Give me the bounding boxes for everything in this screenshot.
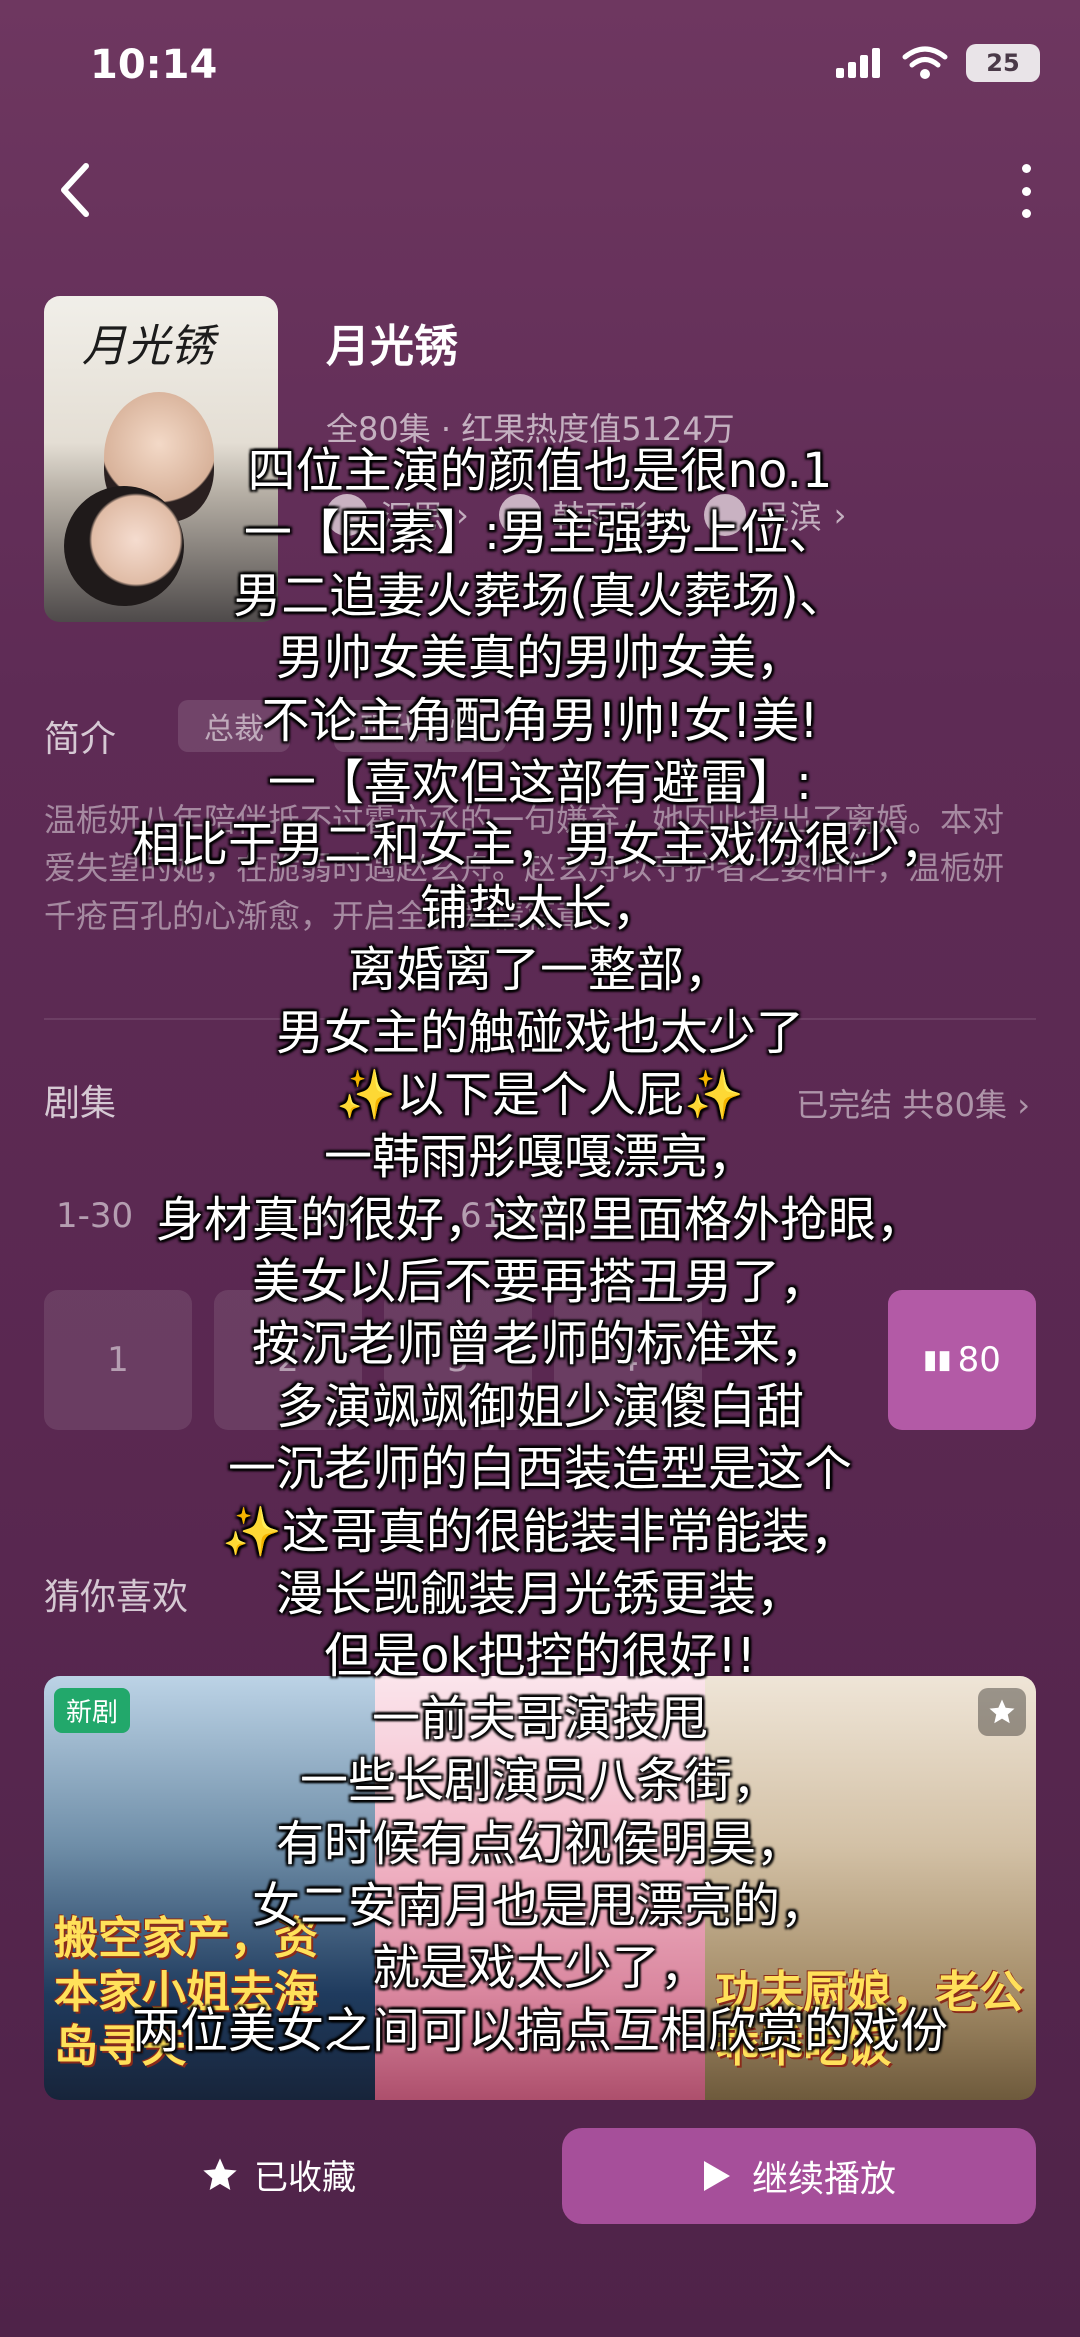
caption-line: ✨以下是个人屁✨: [336, 1066, 744, 1123]
caption-line: 不论主角配角男!帅!女!美!: [261, 692, 819, 749]
caption-line: 两位美女之间可以搞点互相欣赏的戏份: [131, 2002, 948, 2059]
wifi-icon: [902, 46, 948, 79]
collect-label: 已收藏: [254, 2158, 356, 2198]
more-dot-icon: [1021, 186, 1031, 196]
signal-icon: [836, 48, 880, 78]
caption-line: 一前夫哥演技甩: [371, 1690, 708, 1747]
overlay-caption: 四位主演的颜值也是很no.1 一【因素】:男主强势上位、 男二追妻火葬场(真火葬…: [0, 440, 1080, 2062]
more-options-button[interactable]: [1016, 164, 1036, 218]
drama-title: 月光锈: [326, 321, 458, 372]
caption-line: 男女主的触碰戏也太少了: [275, 1004, 804, 1061]
caption-line: 就是戏太少了，: [371, 1940, 708, 1997]
more-dot-icon: [1021, 209, 1031, 218]
caption-line: 一【因素】:男主强势上位、: [243, 505, 837, 562]
more-dot-icon: [1021, 164, 1031, 173]
caption-line: 多演飒飒御姐少演傻白甜: [275, 1378, 804, 1435]
caption-line: ✨这哥真的很能装非常能装，: [222, 1503, 858, 1560]
caption-line: 美女以后不要再搭丑男了，: [251, 1254, 828, 1311]
caption-line: 四位主演的颜值也是很no.1: [247, 443, 833, 499]
caption-line: 一沉老师的白西装造型是这个: [227, 1441, 852, 1498]
caption-line: 但是ok把控的很好!!: [324, 1628, 756, 1685]
caption-line: 一些长剧演员八条街，: [299, 1753, 780, 1810]
caption-line: 漫长觊觎装月光锈更装，: [275, 1566, 804, 1623]
caption-line: 铺垫太长，: [419, 879, 660, 936]
caption-line: 离婚离了一整部，: [347, 942, 732, 999]
star-icon: [203, 2157, 237, 2190]
caption-line: 一韩雨彤嘎嘎漂亮，: [323, 1129, 756, 1186]
caption-line: 有时候有点幻视侯明昊，: [275, 1815, 804, 1872]
caption-line: 身材真的很好，这部里面格外抢眼，: [155, 1191, 924, 1248]
continue-play-button[interactable]: 继续播放: [562, 2128, 1036, 2224]
caption-line: 男二追妻火葬场(真火葬场)、: [233, 567, 847, 624]
status-time: 10:14: [90, 42, 218, 88]
back-button[interactable]: [52, 160, 102, 220]
battery-icon: 25: [966, 44, 1040, 82]
caption-line: 男帅女美真的男帅女美，: [275, 630, 804, 687]
poster-title: 月光锈: [82, 321, 214, 372]
play-label: 继续播放: [751, 2159, 896, 2200]
caption-line: 女二安南月也是甩漂亮的，: [251, 1877, 828, 1934]
caption-line: 相比于男二和女主，男女主戏份很少，: [131, 817, 948, 874]
status-icons: 25: [834, 44, 1040, 82]
play-icon: [703, 2161, 730, 2191]
chevron-left-icon: [61, 163, 89, 217]
caption-line: 一【喜欢但这部有避雷】:: [267, 754, 813, 811]
collect-button[interactable]: 已收藏: [200, 2150, 356, 2199]
caption-line: 按沉老师曾老师的标准来，: [251, 1316, 828, 1373]
